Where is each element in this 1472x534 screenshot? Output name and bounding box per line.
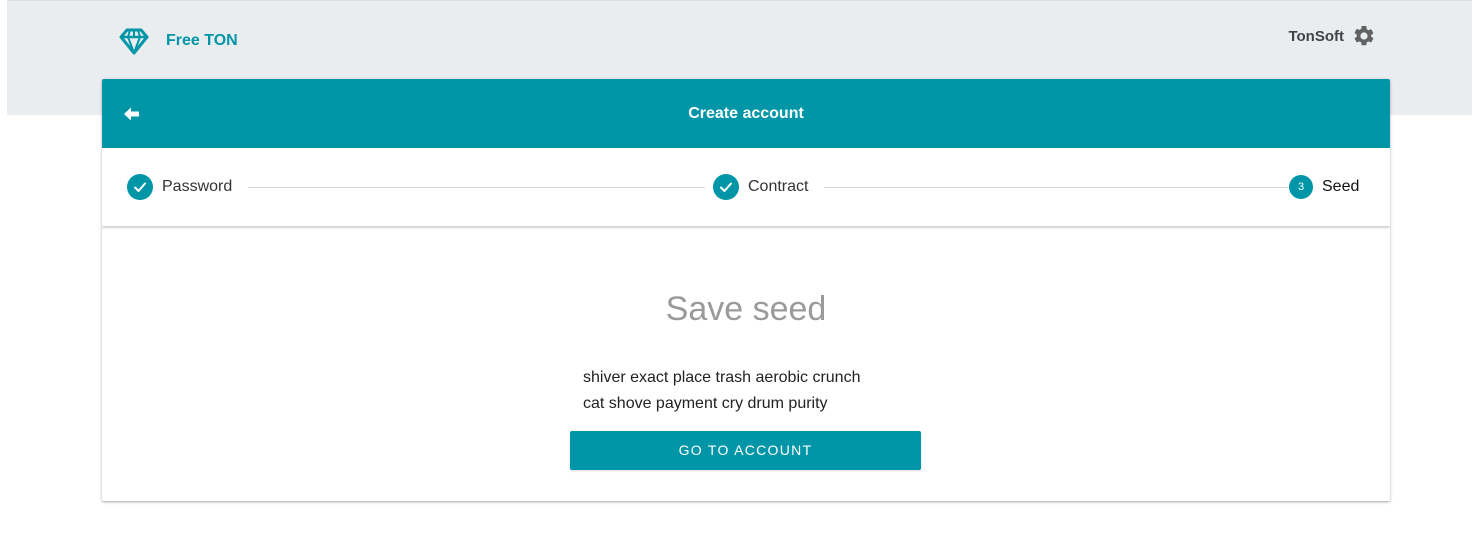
check-icon [713,174,739,200]
page-title: Save seed [665,290,827,328]
check-icon [127,174,153,200]
stepper: Password Contract 3 Seed [102,148,1390,226]
page: Free TON TonSoft Create account Password… [0,0,1472,534]
step-number: 3 [1289,175,1313,199]
content: Save seed shiver exact place trash aerob… [102,226,1390,501]
go-to-account-button[interactable]: GO TO ACCOUNT [570,431,921,470]
create-account-card: Create account Password Contract 3 Seed … [102,79,1390,501]
step-label: Contract [748,178,809,195]
card-title: Create account [688,105,804,122]
user-menu[interactable]: TonSoft [1288,24,1376,48]
step-seed[interactable]: 3 Seed [1289,148,1359,226]
step-password[interactable]: Password [127,148,232,226]
left-edge [0,0,7,534]
step-label: Seed [1322,178,1360,195]
step-label: Password [162,178,233,195]
seed-phrase: shiver exact place trash aerobic crunch … [583,365,943,417]
card-header: Create account [102,79,1390,148]
seed-line: cat shove payment cry drum purity [583,395,828,412]
step-connector [248,187,705,188]
seed-line: shiver exact place trash aerobic crunch [583,369,861,386]
diamond-logo-icon [118,25,150,57]
gear-icon[interactable] [1352,24,1376,48]
user-name: TonSoft [1288,27,1344,45]
step-connector [824,187,1288,188]
brand-name: Free TON [166,32,238,49]
brand[interactable]: Free TON [118,24,238,58]
step-contract[interactable]: Contract [713,148,808,226]
